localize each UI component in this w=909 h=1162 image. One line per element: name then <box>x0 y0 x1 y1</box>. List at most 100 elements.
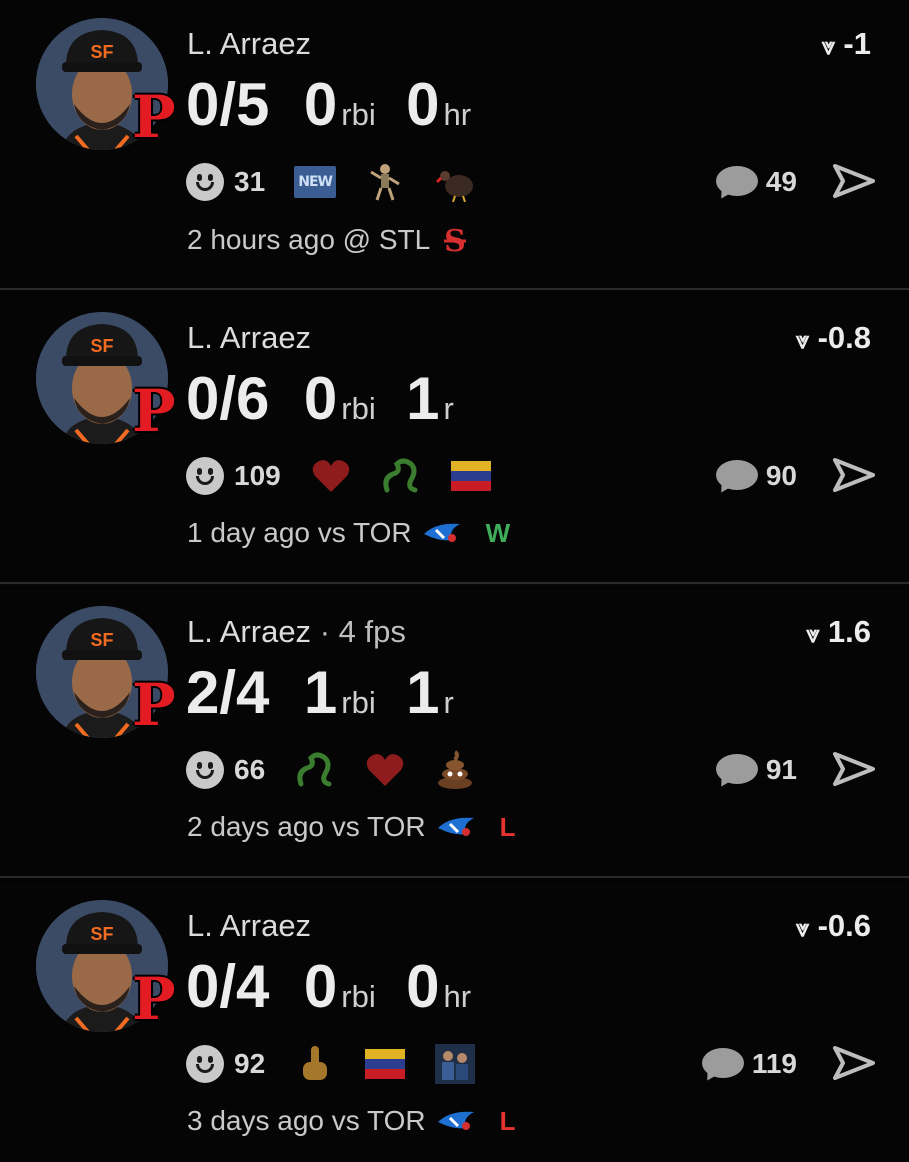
time-ago: 1 day ago <box>187 517 310 548</box>
comments-button[interactable]: 91 <box>715 748 797 792</box>
stat-line: 0/6 0 rbi 1r <box>186 364 480 433</box>
comments-button[interactable]: 90 <box>715 454 797 498</box>
divider <box>0 876 909 878</box>
smiley-icon[interactable] <box>186 163 224 201</box>
turkey-emoji[interactable] <box>433 162 477 202</box>
venezuela-flag-emoji[interactable] <box>363 1044 407 1084</box>
heart-emoji[interactable] <box>309 456 353 496</box>
reactions: 109 <box>186 454 519 498</box>
divider <box>0 288 909 290</box>
comments-button[interactable]: 119 <box>701 1042 797 1086</box>
rbi-value: 0 <box>303 71 338 138</box>
send-icon[interactable] <box>833 748 875 790</box>
people-emoji[interactable] <box>433 1044 477 1084</box>
rbi-label: rbi <box>341 97 376 132</box>
rbi-label: rbi <box>341 685 376 720</box>
time-ago: 2 hours ago <box>187 224 335 255</box>
game-info: 3 days ago vs TOR L <box>187 1105 516 1137</box>
send-icon[interactable] <box>833 1042 875 1084</box>
score-value: 1.6 <box>827 614 871 649</box>
stat-line: 0/5 0 rbi 0 hr <box>186 70 497 139</box>
rbi-label: rbi <box>341 979 376 1014</box>
flag-icon: ⩔ <box>821 33 836 60</box>
comment-count: 49 <box>765 166 797 197</box>
stat3-label: hr <box>443 97 472 132</box>
flag-icon: ⩔ <box>796 915 810 942</box>
flag-icon: ⩔ <box>796 327 810 354</box>
player-name[interactable]: L. Arraez <box>187 26 311 62</box>
matchup: vs TOR <box>331 1105 426 1136</box>
smiley-icon[interactable] <box>186 457 224 495</box>
divider <box>0 582 909 584</box>
reaction-count: 92 <box>234 1048 266 1079</box>
game-result: W <box>485 517 511 548</box>
score-value: -0.8 <box>817 320 871 355</box>
rbi-value: 0 <box>303 365 338 432</box>
comment-count: 91 <box>765 754 797 785</box>
player-name[interactable]: L. Arraez <box>187 320 311 356</box>
stat-line: 2/4 1 rbi 1r <box>186 658 480 727</box>
player-name[interactable]: L. Arraez <box>187 908 311 944</box>
reactions: 92 <box>186 1042 503 1086</box>
team-logo-p: P <box>132 83 176 151</box>
score-value: -1 <box>843 26 871 61</box>
rbi-value: 0 <box>303 953 338 1020</box>
game-result: L <box>499 811 516 842</box>
score: ⩔ 1.6 <box>806 614 871 650</box>
svg-text:SF: SF <box>90 630 113 650</box>
snake-emoji[interactable] <box>379 456 423 496</box>
hits-at-bats: 0/4 <box>186 953 270 1020</box>
hits-at-bats: 0/6 <box>186 365 270 432</box>
stat3-value: 0 <box>406 953 440 1020</box>
figure-emoji[interactable] <box>363 162 407 202</box>
comment-bubble-icon <box>715 460 758 497</box>
stat-line: 0/4 0 rbi 0 hr <box>186 952 497 1021</box>
post-card[interactable]: SF P L. Arraez · 4 fps 2/4 1 rbi 1r ⩔ 1.6 … <box>0 588 909 881</box>
finger-emoji[interactable] <box>293 1044 337 1084</box>
stat3-label: r <box>443 391 454 426</box>
poop-emoji[interactable] <box>433 750 477 790</box>
game-info: 2 days ago vs TOR L <box>187 811 516 843</box>
stat3-value: 1 <box>406 659 440 726</box>
snake-emoji[interactable] <box>293 750 337 790</box>
post-card[interactable]: SF P L. Arraez 0/4 0 rbi 0 hr ⩔ -0.6 92 1 <box>0 882 909 1162</box>
heart-emoji[interactable] <box>363 750 407 790</box>
matchup: @ STL <box>342 224 431 255</box>
matchup: vs TOR <box>317 517 412 548</box>
venezuela-flag-emoji[interactable] <box>449 456 493 496</box>
stat3-label: r <box>443 685 454 720</box>
svg-text:SF: SF <box>90 336 113 356</box>
hits-at-bats: 2/4 <box>186 659 270 726</box>
team-logo-p: P <box>132 671 176 739</box>
time-ago: 2 days ago <box>187 811 324 842</box>
smiley-icon[interactable] <box>186 1045 224 1083</box>
player-name[interactable]: L. Arraez · 4 fps <box>187 614 406 650</box>
send-icon[interactable] <box>833 160 875 202</box>
rbi-value: 1 <box>303 659 338 726</box>
post-card[interactable]: SF P L. Arraez 0/6 0rbi 1r ⩔-0.8 109 9 <box>0 294 909 587</box>
comments-button[interactable]: 49 <box>715 160 797 204</box>
game-info: 2 hours ago @ STL S <box>187 223 494 257</box>
score-value: -0.6 <box>817 908 871 943</box>
new-badge-emoji[interactable]: NEW <box>293 162 337 202</box>
score: ⩔ -1 <box>822 26 871 62</box>
score: ⩔ -0.6 <box>796 908 871 944</box>
hits-at-bats: 0/5 <box>186 71 270 138</box>
comment-bubble-icon <box>715 754 758 791</box>
reaction-count: 109 <box>234 460 281 491</box>
comment-count: 90 <box>765 460 797 491</box>
reaction-count: 31 <box>234 166 266 197</box>
rbi-label: rbi <box>341 391 376 426</box>
post-card[interactable]: SF P L. Arraez 0/5 0 rbi 0 hr ⩔ -1 31 NEW 4… <box>0 0 909 293</box>
smiley-icon[interactable] <box>186 751 224 789</box>
team-logo-p: P <box>132 377 176 445</box>
comment-bubble-icon <box>701 1048 744 1085</box>
svg-text:SF: SF <box>90 924 113 944</box>
game-info: 1 day ago vs TOR W <box>187 517 510 549</box>
team-logo-p: P <box>132 965 176 1033</box>
reaction-count: 66 <box>234 754 266 785</box>
svg-text:SF: SF <box>90 42 113 62</box>
send-icon[interactable] <box>833 454 875 496</box>
fps-label: · 4 fps <box>319 614 406 649</box>
comment-bubble-icon <box>715 166 758 203</box>
